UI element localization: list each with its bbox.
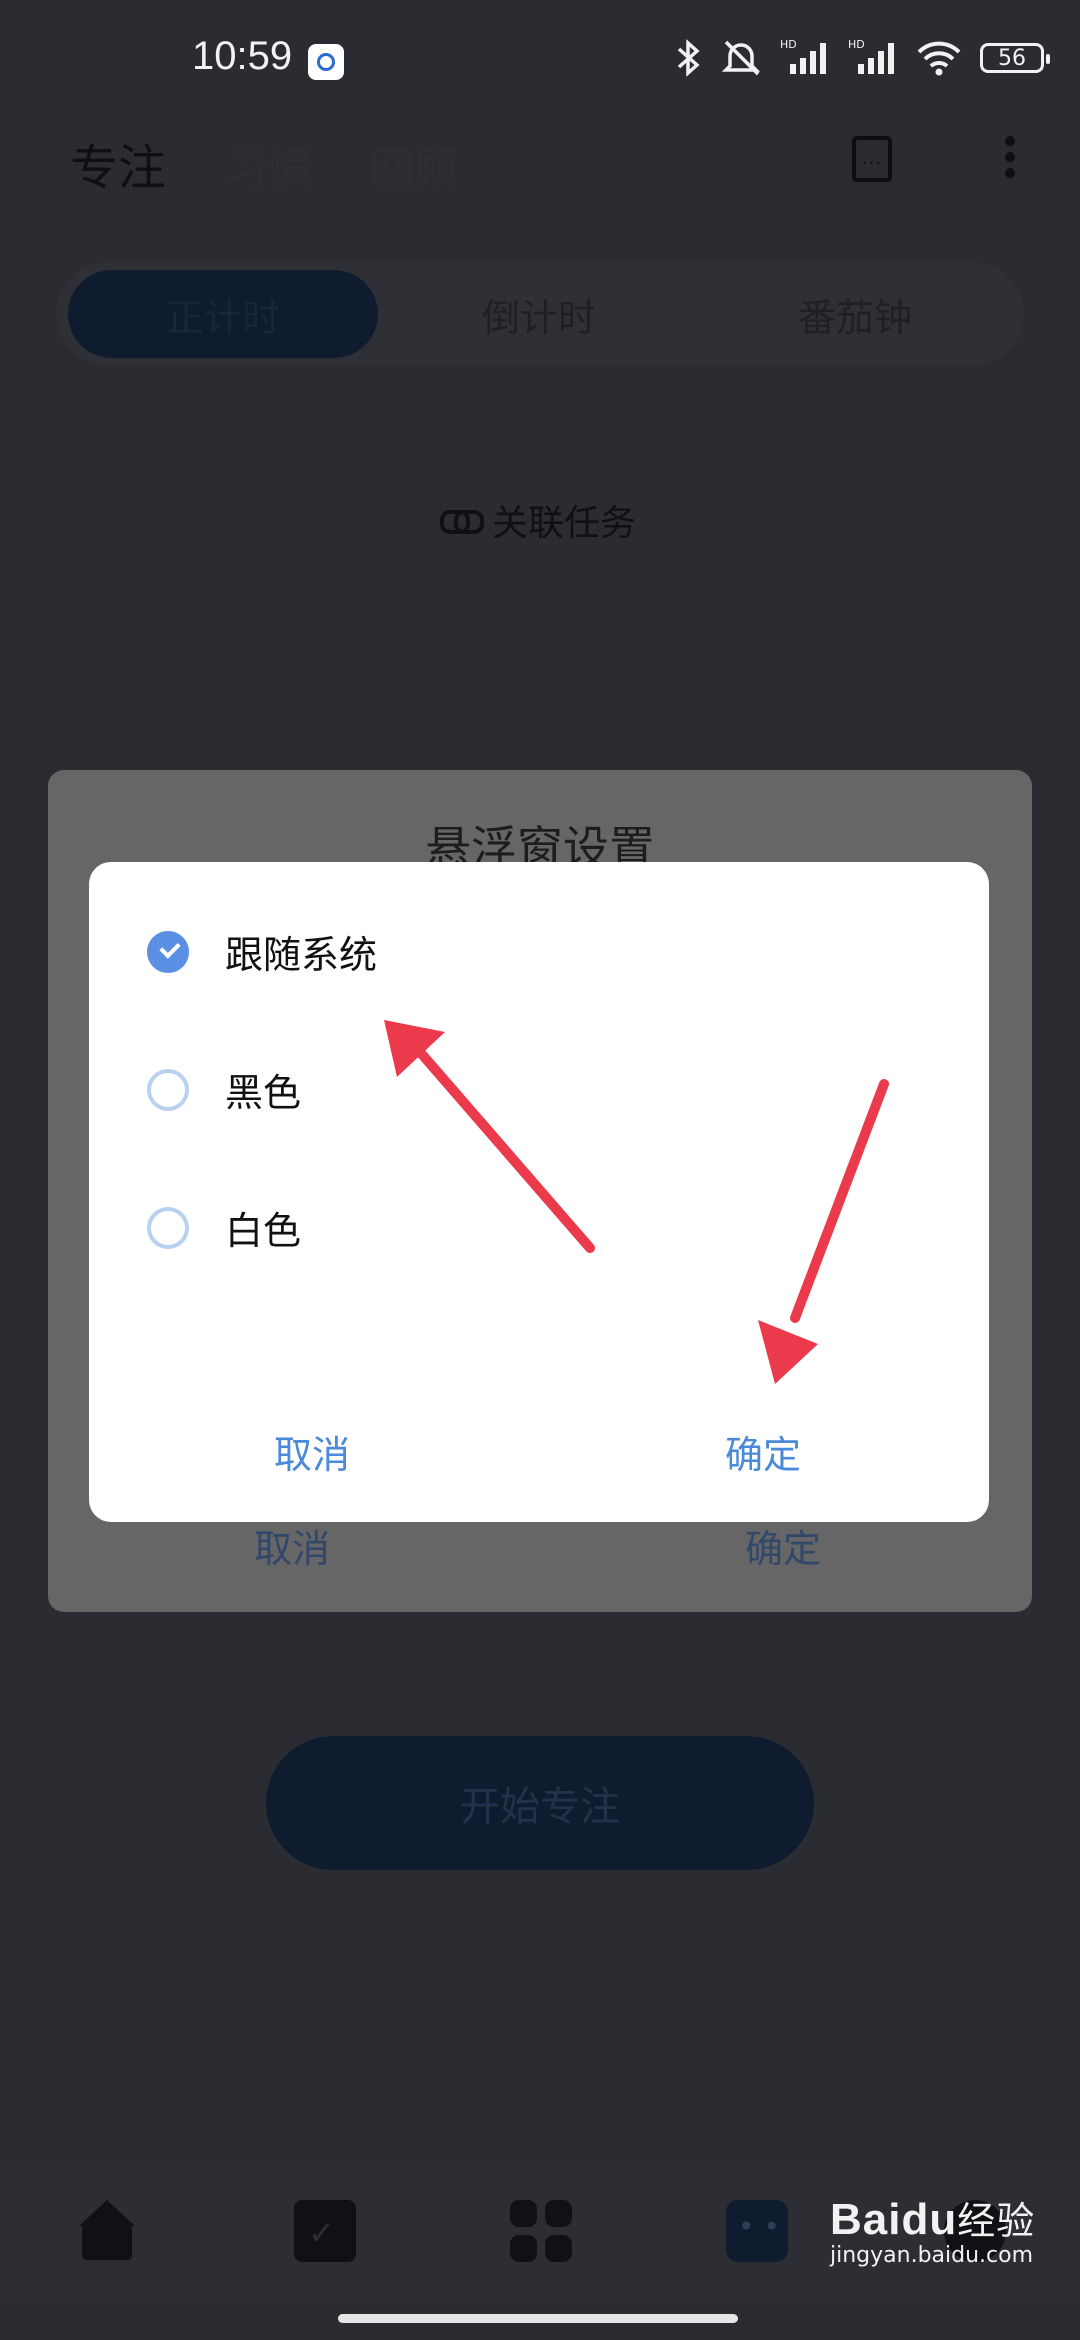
mode-tab-countdown[interactable]: 倒计时 [384,270,694,358]
option-label: 白色 [225,1209,302,1253]
baidu-watermark: Baidu经验 jingyan.baidu.com [830,2190,1035,2268]
link-task-label: 关联任务 [492,503,637,544]
home-indicator[interactable] [338,2314,738,2323]
start-focus-button[interactable]: 开始专注 [266,1736,814,1870]
tab-focus[interactable]: 专注 [70,128,166,198]
status-icons: HD HD 56 [676,38,1050,78]
watermark-site: jingyan.baidu.com [830,2243,1034,2268]
signal-hd-icon-2: HD [848,38,894,74]
radio-unchecked-icon[interactable] [147,1068,189,1111]
home-icon[interactable] [76,2200,138,2262]
svg-text:HD: HD [780,38,797,51]
bluetooth-icon [677,39,700,77]
more-icon[interactable] [1002,136,1018,184]
link-task[interactable]: 关联任务 [440,494,636,546]
document-icon[interactable] [852,136,892,182]
option-label: 黑色 [225,1071,302,1115]
apps-icon[interactable] [510,2200,572,2262]
radio-unchecked-icon[interactable] [147,1206,189,1249]
battery-indicator: 56 [980,43,1050,73]
top-nav: 专注 习惯 回顾 [70,128,458,198]
option-black[interactable]: 黑色 [147,1062,301,1117]
status-bar: 10:59 HD HD 56 [0,0,1080,120]
confirm-button[interactable]: 确定 [725,1424,801,1479]
theme-select-dialog: 跟随系统 黑色 白色 取消 确定 [89,862,989,1522]
watermark-brand: Baidu经验 [830,2195,1036,2244]
focus-icon[interactable] [726,2200,788,2262]
wifi-icon [917,41,961,76]
mode-tab-pomodoro[interactable]: 番茄钟 [700,270,1010,358]
calendar-icon[interactable] [294,2200,356,2262]
radio-checked-icon[interactable] [147,930,189,973]
mode-segment: 正计时 倒计时 番茄钟 [56,262,1024,366]
tab-habit[interactable]: 习惯 [224,133,312,197]
cancel-button[interactable]: 取消 [274,1424,350,1479]
app-notification-icon [308,44,344,80]
mute-icon [721,40,761,76]
option-white[interactable]: 白色 [147,1200,301,1255]
tab-review[interactable]: 回顾 [370,133,458,197]
back-confirm-button[interactable]: 确定 [745,1518,821,1573]
link-icon [440,510,484,534]
svg-text:HD: HD [848,38,865,51]
option-label: 跟随系统 [225,933,378,977]
status-time: 10:59 [192,34,293,78]
mode-tab-stopwatch[interactable]: 正计时 [68,270,378,358]
back-cancel-button[interactable]: 取消 [254,1518,330,1573]
signal-hd-icon: HD [780,38,826,74]
option-follow-system[interactable]: 跟随系统 [147,924,377,979]
